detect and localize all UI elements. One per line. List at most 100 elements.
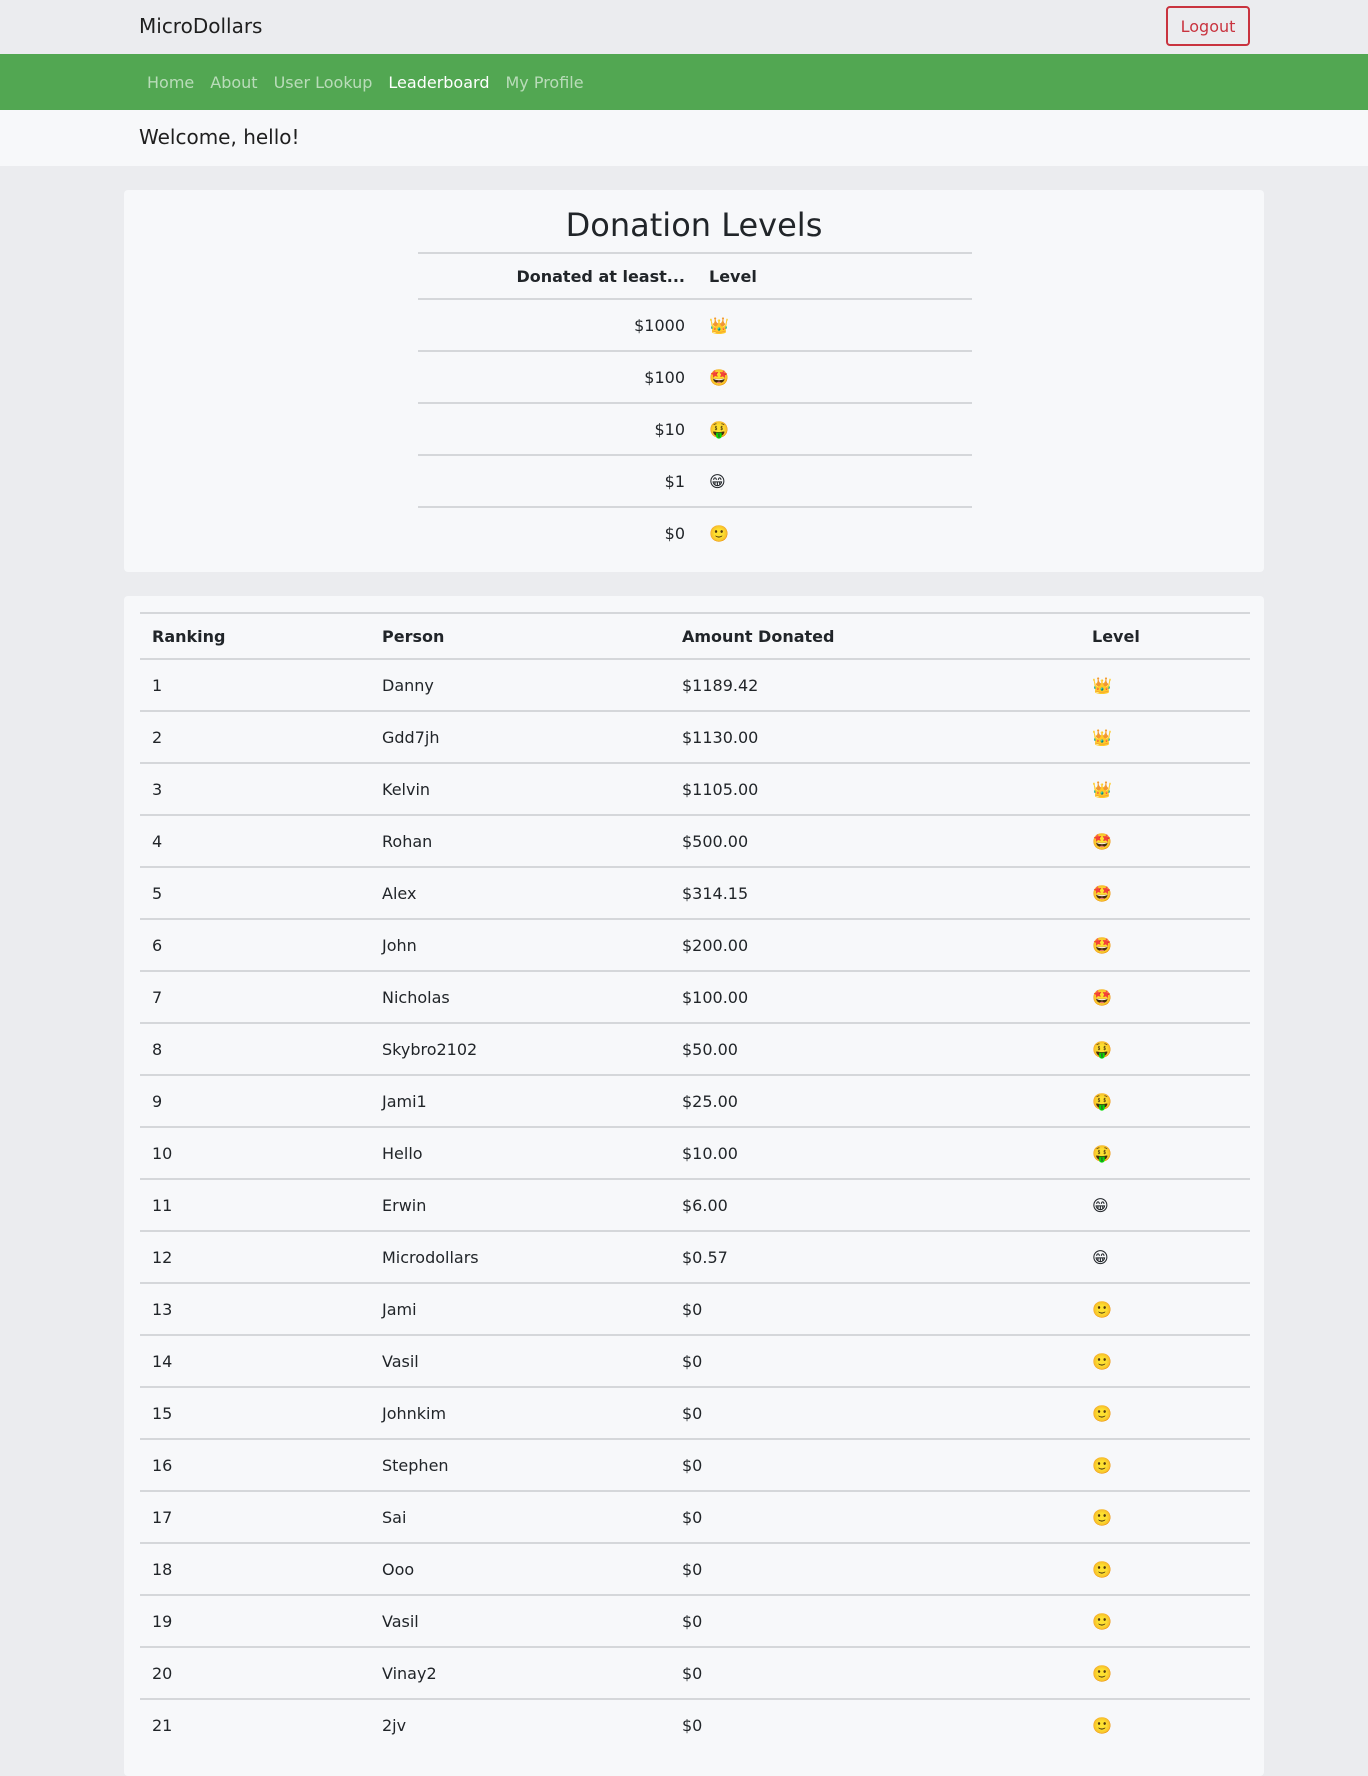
leaderboard-card: Ranking Person Amount Donated Level 1 Dan…: [124, 596, 1264, 1776]
row-person: Alex: [370, 866, 670, 919]
row-level-icon: 🙂: [1080, 1438, 1250, 1491]
row-person: Hello: [370, 1126, 670, 1179]
row-amount: $0: [670, 1334, 1080, 1387]
table-row: 19 Vasil $0 🙂: [140, 1594, 1250, 1647]
table-row: 10 Hello $10.00 🤑: [140, 1126, 1250, 1179]
row-level-icon: 👑: [1080, 710, 1250, 763]
table-row: 4 Rohan $500.00 🤩: [140, 814, 1250, 867]
row-person: John: [370, 918, 670, 971]
level-emoji-icon: 🤩: [697, 350, 972, 403]
logout-button[interactable]: Logout: [1166, 6, 1250, 46]
level-emoji-icon: 👑: [697, 298, 972, 351]
row-ranking: 18: [140, 1542, 370, 1595]
row-level-icon: 🙂: [1080, 1646, 1250, 1699]
row-level-icon: 🙂: [1080, 1334, 1250, 1387]
header-person: Person: [370, 612, 670, 659]
row-ranking: 13: [140, 1282, 370, 1335]
main-nav: Home About User Lookup Leaderboard My Profil…: [0, 54, 1368, 110]
donation-levels-title: Donation Levels: [565, 206, 823, 244]
row-amount: $25.00: [670, 1074, 1080, 1127]
brand-name[interactable]: MicroDollars: [139, 14, 262, 38]
row-ranking: 9: [140, 1074, 370, 1127]
level-amount: $0: [418, 506, 697, 559]
nav-item-my-profile[interactable]: My Profile: [497, 73, 591, 92]
row-level-icon: 🤩: [1080, 918, 1250, 971]
level-amount: $100: [418, 350, 697, 403]
row-amount: $500.00: [670, 814, 1080, 867]
level-row: $1000 👑: [418, 298, 972, 351]
level-row: $100 🤩: [418, 350, 972, 403]
table-row: 3 Kelvin $1105.00 👑: [140, 762, 1250, 815]
row-amount: $6.00: [670, 1178, 1080, 1231]
table-row: 17 Sai $0 🙂: [140, 1490, 1250, 1543]
row-person: Vinay2: [370, 1646, 670, 1699]
row-level-icon: 🤩: [1080, 814, 1250, 867]
level-amount: $1: [418, 454, 697, 507]
donation-levels-card: Donation Levels Donated at least... Leve…: [124, 190, 1264, 572]
nav-item-user-lookup[interactable]: User Lookup: [266, 73, 381, 92]
row-level-icon: 🙂: [1080, 1282, 1250, 1335]
table-row: 12 Microdollars $0.57 😁: [140, 1230, 1250, 1283]
row-person: 2jv: [370, 1698, 670, 1751]
level-emoji-icon: 😁: [697, 454, 972, 507]
level-emoji-icon: 🙂: [697, 506, 972, 559]
levels-header-row: Donated at least... Level: [418, 252, 972, 299]
nav-item-about[interactable]: About: [202, 73, 265, 92]
level-emoji-icon: 🤑: [697, 402, 972, 455]
row-person: Jami: [370, 1282, 670, 1335]
row-ranking: 17: [140, 1490, 370, 1543]
row-person: Danny: [370, 658, 670, 711]
level-amount: $1000: [418, 298, 697, 351]
row-amount: $0: [670, 1386, 1080, 1439]
row-person: Rohan: [370, 814, 670, 867]
row-level-icon: 🤩: [1080, 866, 1250, 919]
level-row: $1 😁: [418, 454, 972, 507]
row-ranking: 2: [140, 710, 370, 763]
row-person: Gdd7jh: [370, 710, 670, 763]
row-level-icon: 🙂: [1080, 1490, 1250, 1543]
row-ranking: 5: [140, 866, 370, 919]
row-level-icon: 👑: [1080, 658, 1250, 711]
row-amount: $0: [670, 1490, 1080, 1543]
row-amount: $0: [670, 1646, 1080, 1699]
row-amount: $100.00: [670, 970, 1080, 1023]
row-amount: $0: [670, 1698, 1080, 1751]
row-amount: $1189.42: [670, 658, 1080, 711]
row-level-icon: 🤑: [1080, 1074, 1250, 1127]
row-level-icon: 🤑: [1080, 1126, 1250, 1179]
row-ranking: 1: [140, 658, 370, 711]
row-amount: $314.15: [670, 866, 1080, 919]
row-amount: $0: [670, 1594, 1080, 1647]
row-amount: $1130.00: [670, 710, 1080, 763]
row-person: Sai: [370, 1490, 670, 1543]
row-person: Johnkim: [370, 1386, 670, 1439]
row-person: Nicholas: [370, 970, 670, 1023]
nav-item-leaderboard[interactable]: Leaderboard: [380, 73, 497, 92]
row-amount: $50.00: [670, 1022, 1080, 1075]
level-row: $0 🙂: [418, 506, 972, 559]
table-row: 2 Gdd7jh $1130.00 👑: [140, 710, 1250, 763]
row-level-icon: 😁: [1080, 1230, 1250, 1283]
row-amount: $1105.00: [670, 762, 1080, 815]
row-amount: $200.00: [670, 918, 1080, 971]
levels-header-amount: Donated at least...: [418, 252, 697, 299]
row-amount: $0: [670, 1282, 1080, 1335]
row-ranking: 3: [140, 762, 370, 815]
row-level-icon: 🙂: [1080, 1542, 1250, 1595]
row-person: Jami1: [370, 1074, 670, 1127]
row-level-icon: 🤩: [1080, 970, 1250, 1023]
levels-header-level: Level: [697, 252, 972, 299]
nav-item-home[interactable]: Home: [139, 73, 202, 92]
row-level-icon: 🙂: [1080, 1386, 1250, 1439]
leaderboard-header-row: Ranking Person Amount Donated Level: [140, 612, 1250, 659]
row-person: Stephen: [370, 1438, 670, 1491]
row-level-icon: 🙂: [1080, 1698, 1250, 1751]
header-amount: Amount Donated: [670, 612, 1080, 659]
row-ranking: 11: [140, 1178, 370, 1231]
table-row: 7 Nicholas $100.00 🤩: [140, 970, 1250, 1023]
table-row: 18 Ooo $0 🙂: [140, 1542, 1250, 1595]
row-amount: $10.00: [670, 1126, 1080, 1179]
row-ranking: 8: [140, 1022, 370, 1075]
table-row: 13 Jami $0 🙂: [140, 1282, 1250, 1335]
row-ranking: 10: [140, 1126, 370, 1179]
